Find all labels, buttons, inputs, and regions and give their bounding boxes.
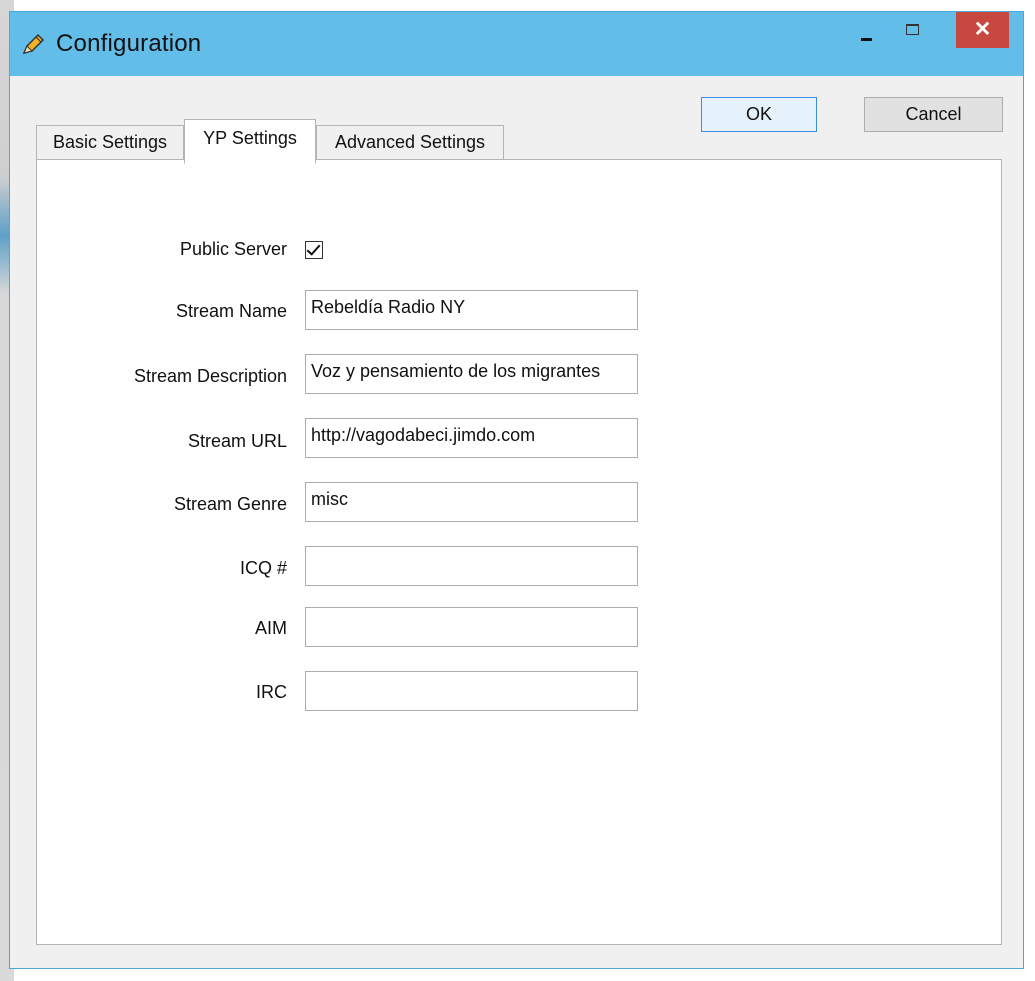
stream-description-label: Stream Description <box>133 366 287 386</box>
stream-url-field[interactable]: http://vagodabeci.jimdo.com <box>305 418 638 458</box>
stream-genre-label: Stream Genre <box>173 494 287 514</box>
maximize-button[interactable] <box>898 12 930 50</box>
tab-yp-settings[interactable]: YP Settings <box>184 119 316 164</box>
aim-label: AIM <box>254 618 287 638</box>
irc-label: IRC <box>256 682 287 702</box>
stream-name-field[interactable]: Rebeldía Radio NY <box>305 290 638 330</box>
pencil-icon <box>22 33 45 55</box>
tab-advanced-settings[interactable]: Advanced Settings <box>316 125 504 160</box>
stream-description-field[interactable]: Voz y pensamiento de los migrantes <box>305 354 638 394</box>
stream-name-label: Stream Name <box>175 301 287 321</box>
aim-field[interactable] <box>305 607 638 647</box>
close-button[interactable]: ✕ <box>956 12 1009 48</box>
stream-genre-field[interactable]: misc <box>305 482 638 522</box>
window-title: Configuration <box>56 30 202 57</box>
stream-url-label: Stream URL <box>187 431 287 451</box>
minimize-button[interactable] <box>852 12 880 50</box>
cancel-button[interactable]: Cancel <box>864 97 1003 132</box>
icq-field[interactable] <box>305 546 638 586</box>
irc-field[interactable] <box>305 671 638 711</box>
yp-settings-panel: Public Server Stream Name Rebeldía Radio… <box>36 159 1002 945</box>
configuration-window: Configuration ✕ OK Cancel Basic Settings… <box>9 11 1024 969</box>
title-bar[interactable]: Configuration ✕ <box>10 12 1023 76</box>
public-server-label: Public Server <box>179 239 287 259</box>
tab-basic-settings[interactable]: Basic Settings <box>36 125 184 160</box>
ok-button[interactable]: OK <box>701 97 817 132</box>
public-server-checkbox[interactable] <box>305 241 323 259</box>
icq-label: ICQ # <box>239 558 287 578</box>
